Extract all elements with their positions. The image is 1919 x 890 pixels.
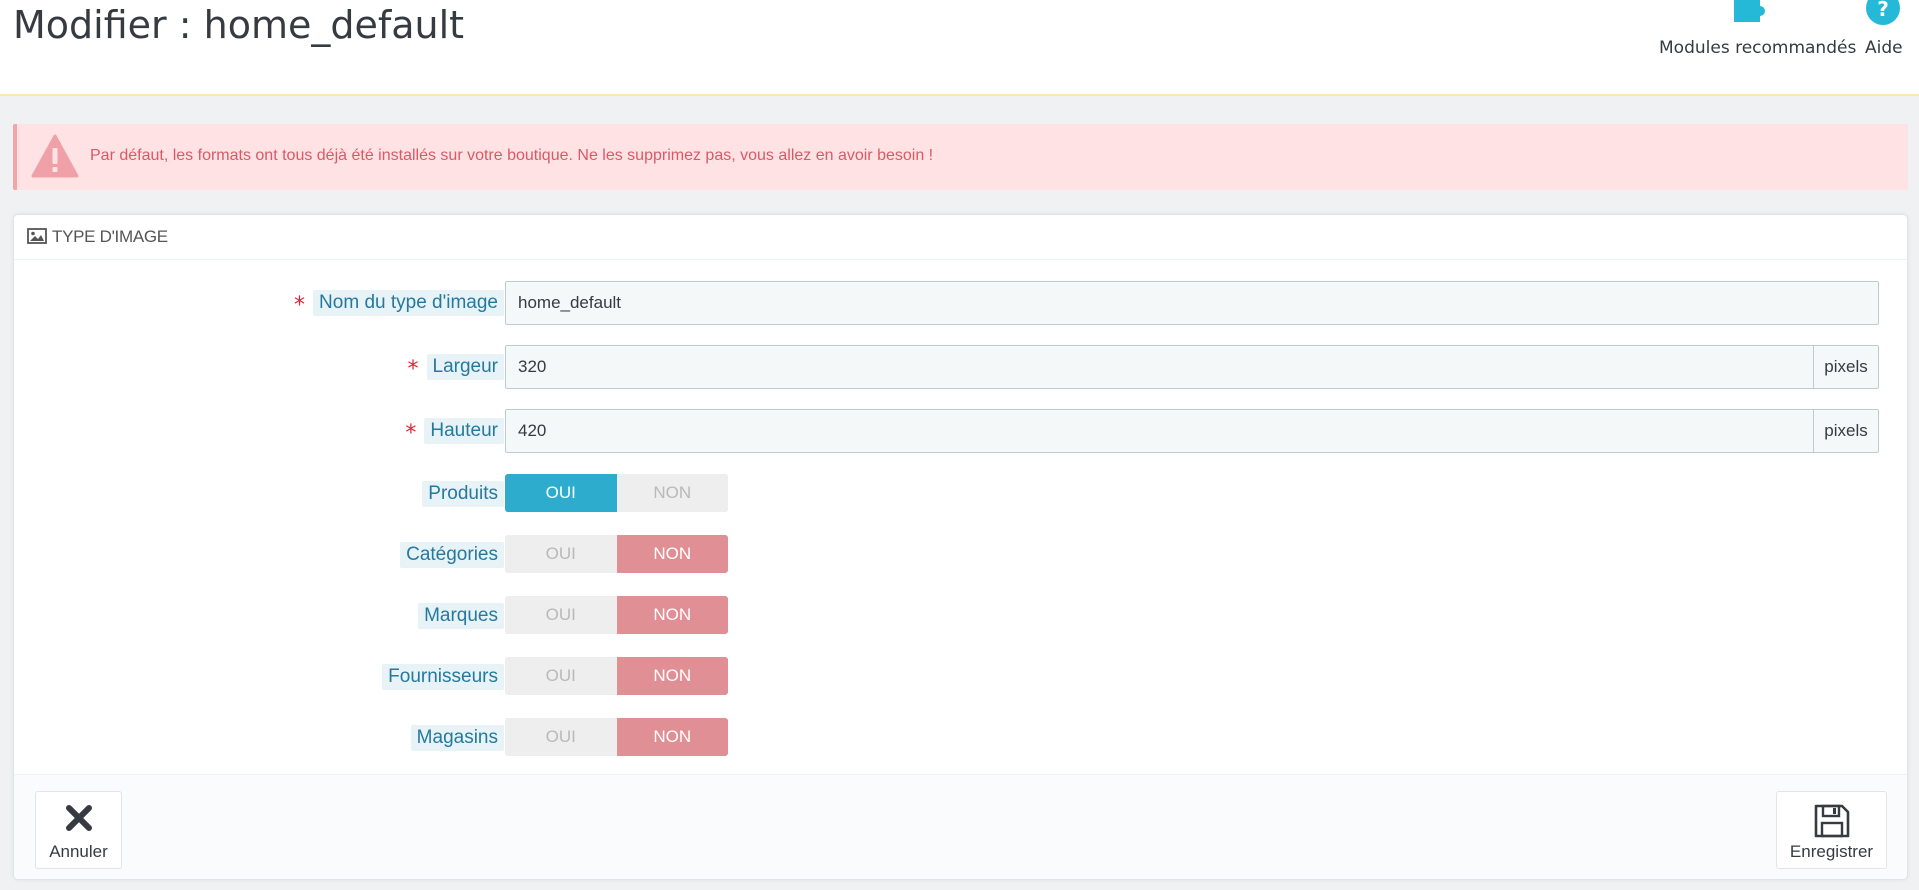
products-no-option[interactable]: NON [616,474,728,512]
panel-footer: Annuler Enregistrer [14,774,1907,879]
label-height: Hauteur [424,418,504,444]
label-wrap-brands: Marques [418,594,504,638]
panel-heading: TYPE D'IMAGE [14,215,1907,260]
label-wrap-categories: Catégories [400,533,504,577]
question-circle-icon: ? [1866,0,1900,31]
form-row-name: * Nom du type d'image [14,281,1907,325]
label-width: Largeur [426,354,504,380]
brands-switch[interactable]: OUI NON [505,596,728,634]
categories-yes-option[interactable]: OUI [505,535,617,573]
label-wrap-stores: Magasins [410,716,504,760]
alert-message: Par défaut, les formats ont tous déjà ét… [90,147,934,164]
label-brands: Marques [418,603,504,629]
brands-yes-option[interactable]: OUI [505,596,617,634]
image-icon [27,228,47,248]
form-row-categories: Catégories OUI NON [14,533,1907,577]
required-asterisk: * [294,293,306,318]
brands-no-option[interactable]: NON [616,596,728,634]
page-header: Modifier : home_default Modules recomman… [0,0,1919,96]
cancel-label: Annuler [49,842,108,861]
form-row-suppliers: Fournisseurs OUI NON [14,655,1907,699]
label-wrap-products: Produits [422,472,504,516]
required-asterisk: * [405,421,417,446]
label-wrap-height: * Hauteur [405,409,504,453]
help-button[interactable]: ? Aide [1858,0,1908,64]
height-input[interactable] [505,409,1813,453]
warning-triangle-icon [31,134,79,182]
page-title: Modifier : home_default [13,3,465,47]
label-stores: Magasins [410,725,504,751]
cancel-button[interactable]: Annuler [35,791,122,869]
label-wrap-width: * Largeur [407,345,504,389]
label-image-type-name: Nom du type d'image [313,290,504,316]
help-label: Aide [1865,38,1903,58]
suppliers-switch[interactable]: OUI NON [505,657,728,695]
warning-alert: Par défaut, les formats ont tous déjà ét… [13,124,1908,190]
products-switch[interactable]: OUI NON [505,474,728,512]
suppliers-yes-option[interactable]: OUI [505,657,617,695]
stores-yes-option[interactable]: OUI [505,718,617,756]
label-wrap-suppliers: Fournisseurs [382,655,504,699]
close-icon [65,804,93,837]
form-row-height: * Hauteur pixels [14,409,1907,453]
recommended-modules-button[interactable]: Modules recommandés [1650,0,1856,64]
categories-switch[interactable]: OUI NON [505,535,728,573]
floppy-disk-icon [1814,804,1850,843]
required-asterisk: * [407,357,419,382]
stores-no-option[interactable]: NON [616,718,728,756]
image-type-name-input[interactable] [505,281,1879,325]
svg-text:?: ? [1877,0,1889,21]
suppliers-no-option[interactable]: NON [616,657,728,695]
form-row-products: Produits OUI NON [14,472,1907,516]
products-yes-option[interactable]: OUI [505,474,617,512]
categories-no-option[interactable]: NON [616,535,728,573]
width-input[interactable] [505,345,1813,389]
label-suppliers: Fournisseurs [382,664,504,690]
width-unit-addon: pixels [1813,345,1879,389]
save-button[interactable]: Enregistrer [1776,791,1887,869]
label-categories: Catégories [400,542,504,568]
save-label: Enregistrer [1789,842,1874,861]
stores-switch[interactable]: OUI NON [505,718,728,756]
label-products: Produits [422,481,504,507]
height-unit-addon: pixels [1813,409,1879,453]
puzzle-icon [1730,0,1770,29]
form-row-brands: Marques OUI NON [14,594,1907,638]
form-row-width: * Largeur pixels [14,345,1907,389]
form-row-stores: Magasins OUI NON [14,716,1907,760]
panel-title: TYPE D'IMAGE [52,227,168,246]
recommended-modules-label: Modules recommandés [1659,38,1857,58]
label-wrap-name: * Nom du type d'image [294,281,504,325]
image-type-panel: TYPE D'IMAGE * Nom du type d'image * Lar… [13,214,1908,880]
